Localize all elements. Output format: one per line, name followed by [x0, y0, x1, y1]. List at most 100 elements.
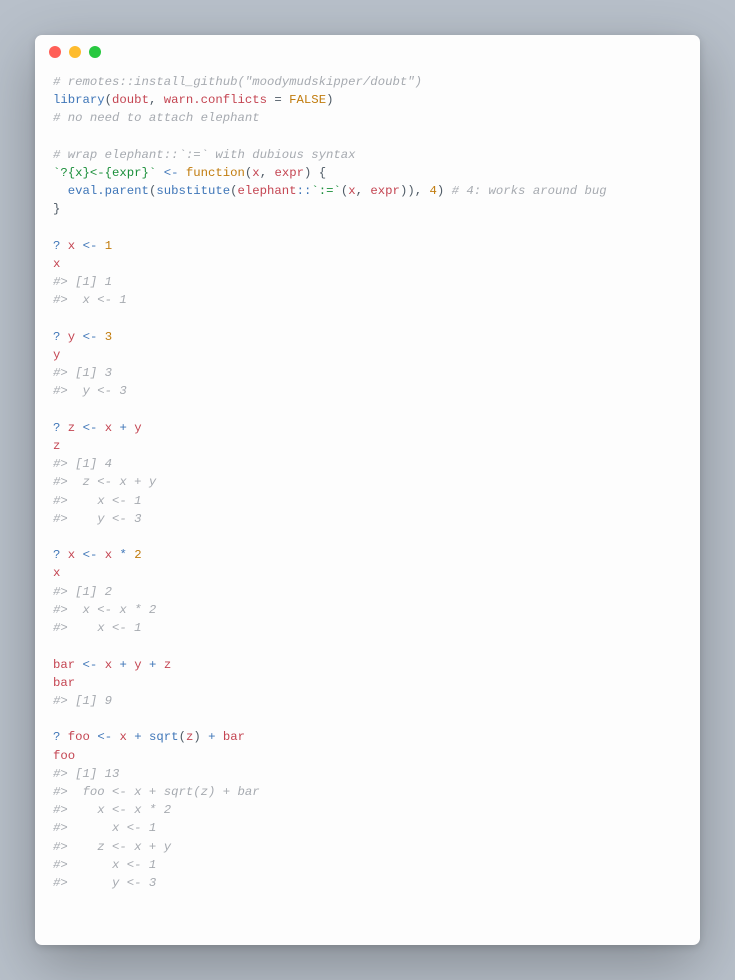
- token-op: <-: [83, 330, 98, 344]
- zoom-icon[interactable]: [89, 46, 101, 58]
- code-line: ? z <- x + y: [53, 419, 682, 437]
- token-plain: [75, 421, 82, 435]
- token-op: <-: [164, 166, 179, 180]
- token-arg: warn.conflicts: [164, 93, 267, 107]
- token-cm: #> [1] 9: [53, 694, 112, 708]
- close-icon[interactable]: [49, 46, 61, 58]
- code-line: #> [1] 3: [53, 364, 682, 382]
- code-line: ? y <- 3: [53, 328, 682, 346]
- code-line: x: [53, 564, 682, 582]
- token-arg: expr: [274, 166, 304, 180]
- token-cm: #> x <- 1: [53, 621, 142, 635]
- code-line: #> [1] 13: [53, 765, 682, 783]
- code-line: #> y <- 3: [53, 874, 682, 892]
- token-op: +: [208, 730, 215, 744]
- token-kw: 3: [105, 330, 112, 344]
- token-kw: FALSE: [289, 93, 326, 107]
- code-line: #> x <- 1: [53, 819, 682, 837]
- code-line: #> [1] 1: [53, 273, 682, 291]
- token-plain: [60, 730, 67, 744]
- minimize-icon[interactable]: [69, 46, 81, 58]
- code-line: [53, 401, 682, 419]
- code-line: x: [53, 255, 682, 273]
- token-plain: [97, 421, 104, 435]
- code-line: z: [53, 437, 682, 455]
- token-kw: 2: [134, 548, 141, 562]
- code-line: `?{x}<-{expr}` <- function(x, expr) {: [53, 164, 682, 182]
- code-line: #> x <- 1: [53, 619, 682, 637]
- token-var: bar: [53, 676, 75, 690]
- code-line: [53, 528, 682, 546]
- code-line: }: [53, 200, 682, 218]
- token-arg: expr: [370, 184, 400, 198]
- token-cm: #> x <- 1: [53, 494, 142, 508]
- token-plain: [216, 730, 223, 744]
- token-op: *: [120, 548, 127, 562]
- code-line: ? x <- x * 2: [53, 546, 682, 564]
- token-plain: [97, 548, 104, 562]
- token-cm: #> x <- x * 2: [53, 803, 171, 817]
- token-op: <-: [83, 658, 98, 672]
- token-plain: ): [193, 730, 208, 744]
- token-cm: # wrap elephant::`:=` with dubious synta…: [53, 148, 356, 162]
- token-plain: =: [267, 93, 289, 107]
- token-plain: [178, 166, 185, 180]
- token-var: x: [53, 566, 60, 580]
- token-cm: #> z <- x + y: [53, 840, 171, 854]
- code-line: #> x <- 1: [53, 291, 682, 309]
- token-var: bar: [53, 658, 75, 672]
- token-kw: 1: [105, 239, 112, 253]
- token-cm: #> x <- 1: [53, 293, 127, 307]
- code-line: #> x <- x * 2: [53, 601, 682, 619]
- token-arg: x: [252, 166, 259, 180]
- token-plain: [75, 658, 82, 672]
- token-plain: [60, 330, 67, 344]
- token-plain: [53, 184, 68, 198]
- token-plain: }: [53, 202, 60, 216]
- code-line: library(doubt, warn.conflicts = FALSE): [53, 91, 682, 109]
- code-line: [53, 710, 682, 728]
- token-var: z: [164, 658, 171, 672]
- token-plain: ,: [356, 184, 371, 198]
- token-plain: ,: [149, 93, 164, 107]
- token-plain: [75, 548, 82, 562]
- code-line: #> y <- 3: [53, 510, 682, 528]
- token-plain: [97, 330, 104, 344]
- token-plain: [156, 658, 163, 672]
- code-line: #> [1] 4: [53, 455, 682, 473]
- token-op: <-: [83, 548, 98, 562]
- token-cm: #> [1] 4: [53, 457, 112, 471]
- code-line: eval.parent(substitute(elephant::`:=`(x,…: [53, 182, 682, 200]
- code-line: [53, 310, 682, 328]
- token-fn: eval.parent: [68, 184, 149, 198]
- token-op: <-: [83, 239, 98, 253]
- token-plain: ): [437, 184, 452, 198]
- token-var: foo: [68, 730, 90, 744]
- token-plain: (: [230, 184, 237, 198]
- token-var: x: [105, 658, 112, 672]
- token-kw: function: [186, 166, 245, 180]
- token-plain: (: [105, 93, 112, 107]
- token-var: y: [53, 348, 60, 362]
- token-op: +: [120, 421, 127, 435]
- code-line: y: [53, 346, 682, 364]
- token-arg: x: [348, 184, 355, 198]
- token-fn: sqrt: [149, 730, 179, 744]
- token-plain: [60, 239, 67, 253]
- token-plain: [97, 658, 104, 672]
- token-cm: #> z <- x + y: [53, 475, 156, 489]
- token-plain: (: [179, 730, 186, 744]
- code-line: #> z <- x + y: [53, 838, 682, 856]
- code-line: #> x <- x * 2: [53, 801, 682, 819]
- token-cm: #> y <- 3: [53, 876, 156, 890]
- token-plain: [142, 658, 149, 672]
- token-cm: # no need to attach elephant: [53, 111, 260, 125]
- token-cm: #> [1] 2: [53, 585, 112, 599]
- token-cm: # 4: works around bug: [452, 184, 607, 198]
- token-str: `?{x}<-{expr}`: [53, 166, 156, 180]
- token-cm: #> [1] 13: [53, 767, 119, 781]
- token-plain: [112, 421, 119, 435]
- token-fn: substitute: [156, 184, 230, 198]
- token-var: z: [53, 439, 60, 453]
- token-plain: [75, 330, 82, 344]
